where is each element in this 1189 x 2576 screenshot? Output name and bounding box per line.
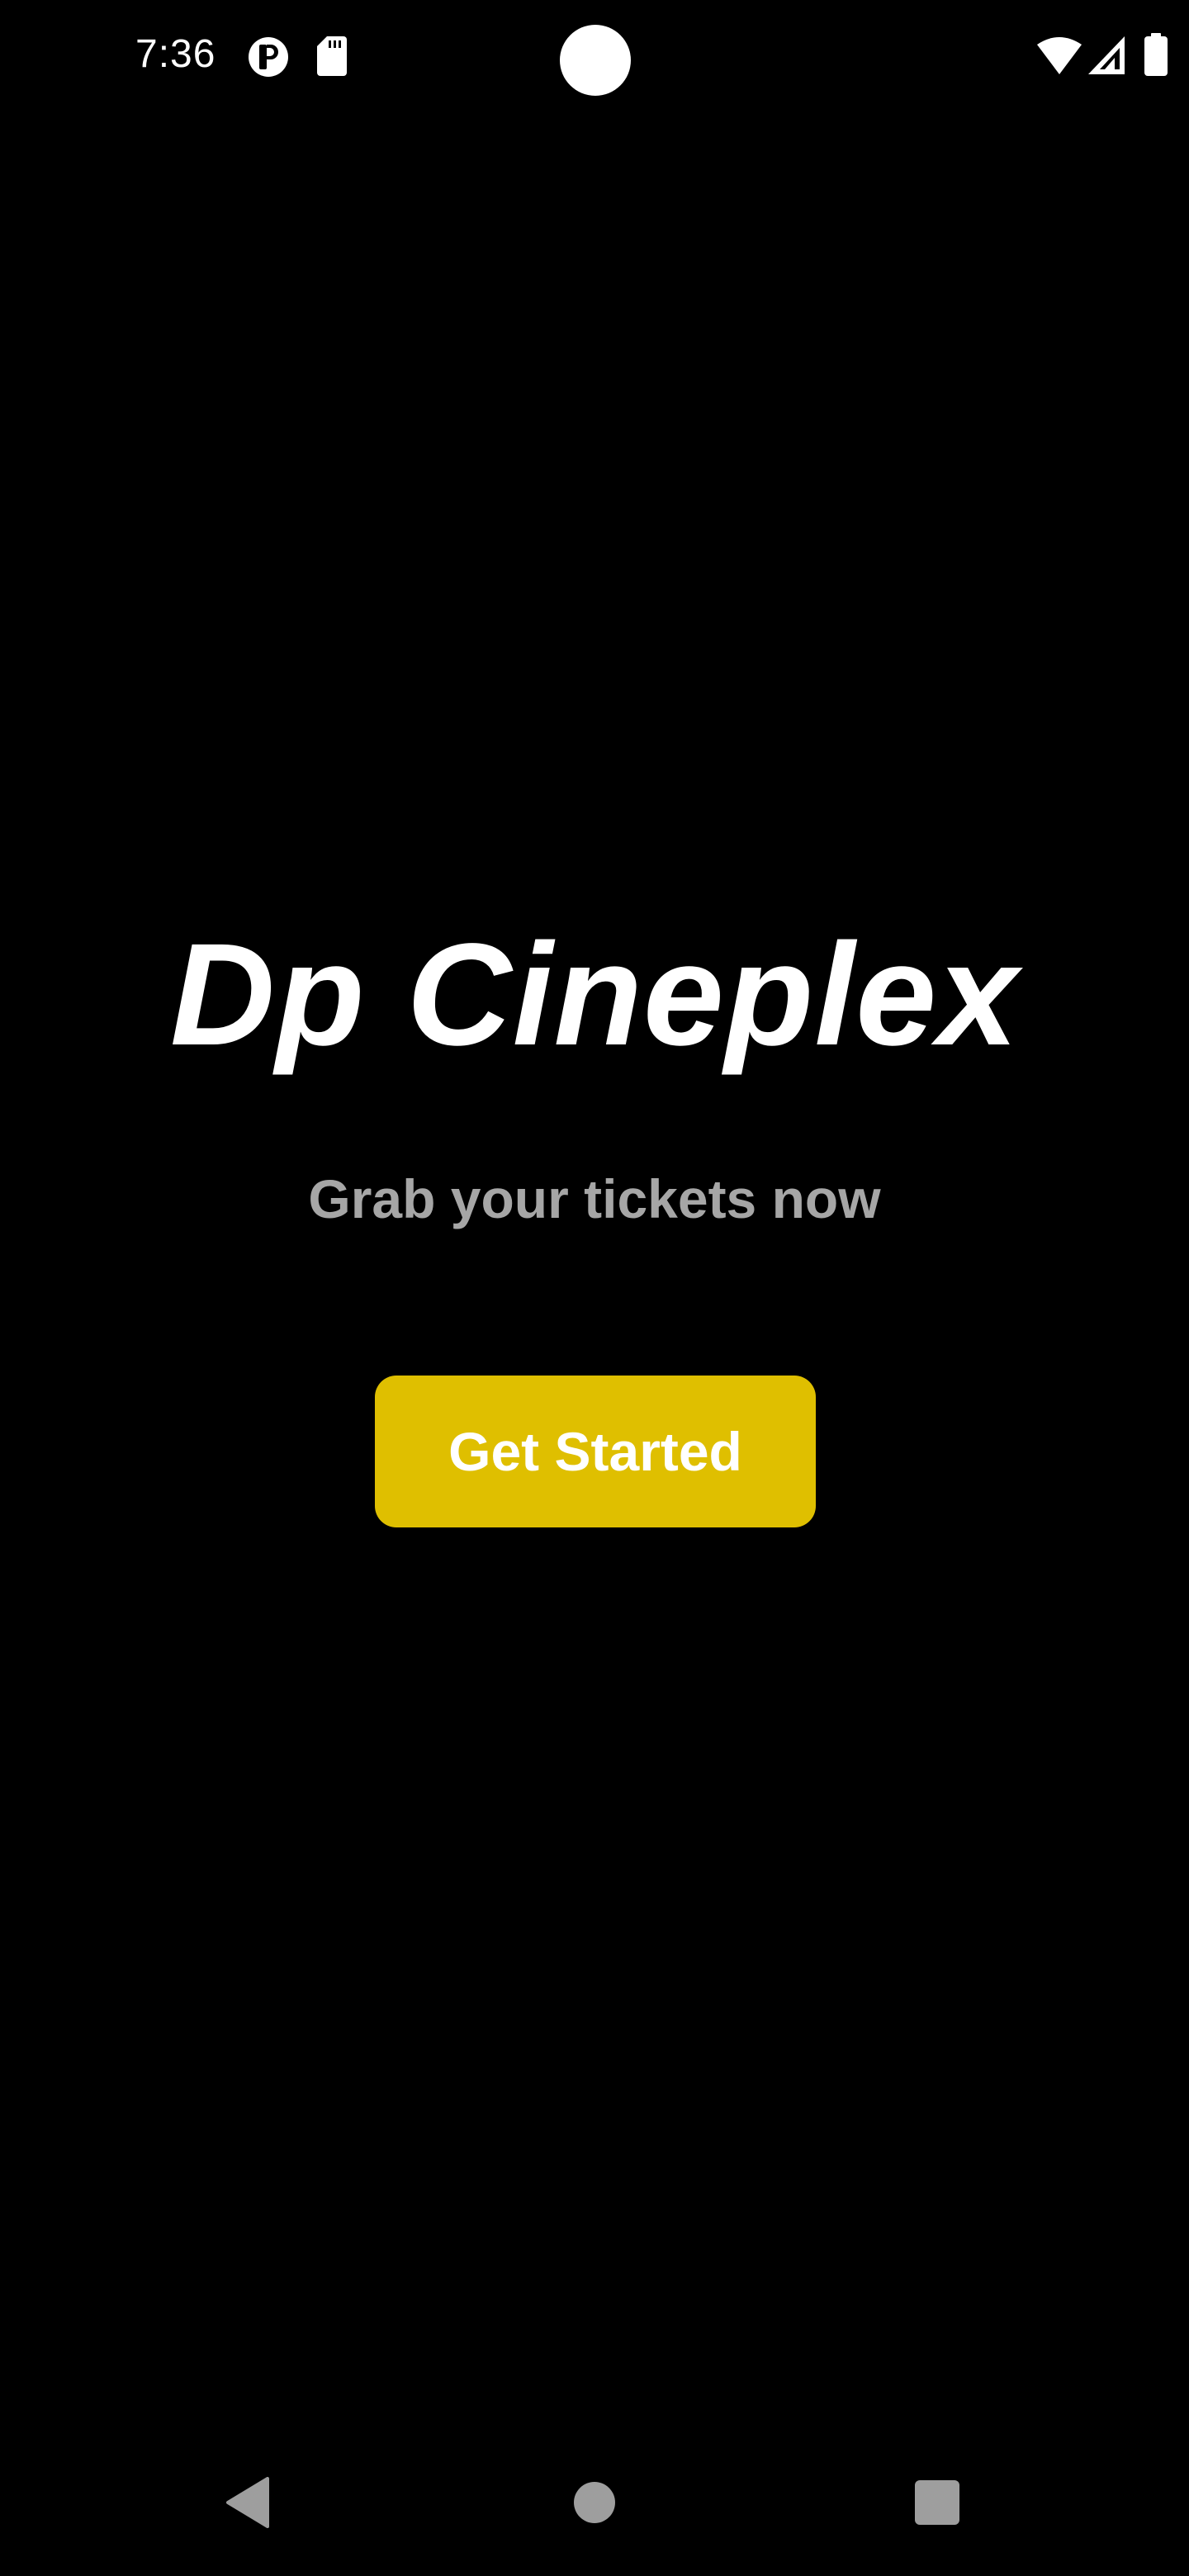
wifi-icon — [1037, 37, 1082, 74]
app-tagline: Grab your tickets now — [308, 1168, 881, 1229]
app-title: Dp Cineplex — [169, 914, 1020, 1076]
status-time: 7:36 — [135, 32, 216, 76]
front-camera-cutout — [560, 25, 631, 96]
app-notification-icon — [249, 37, 288, 77]
app-screen: 7:36 Dp Cineplex Grab your tickets now G… — [0, 0, 1189, 2576]
back-icon[interactable] — [225, 2477, 271, 2528]
home-icon[interactable] — [573, 2481, 616, 2524]
battery-icon — [1144, 33, 1168, 76]
get-started-button[interactable]: Get Started — [375, 1376, 816, 1527]
sd-card-icon — [317, 36, 347, 76]
cellular-signal-icon — [1088, 36, 1125, 74]
recents-icon[interactable] — [915, 2480, 959, 2525]
status-bar: 7:36 — [0, 0, 1189, 116]
navigation-bar — [0, 2460, 1189, 2551]
